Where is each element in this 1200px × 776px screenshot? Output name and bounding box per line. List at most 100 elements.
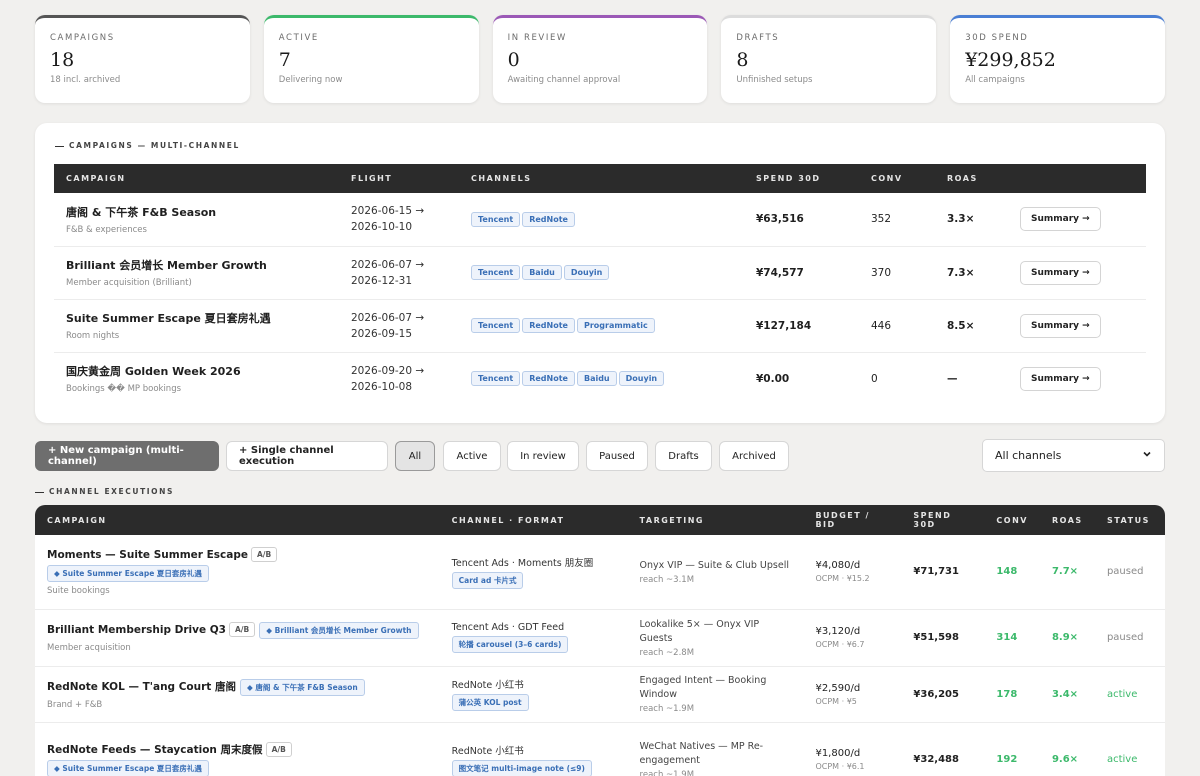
execution-name[interactable]: Brilliant Membership Drive Q3	[47, 624, 226, 636]
col-header[interactable]: ROAS	[1039, 505, 1095, 535]
table-row[interactable]: Suite Summer Escape 夏日套房礼遇 Room nights 202…	[54, 299, 1146, 353]
summary-button[interactable]: Summary →	[1020, 260, 1101, 285]
campaign-link[interactable]: ◆ Suite Summer Escape 夏日套房礼遇	[47, 760, 209, 776]
col-header[interactable]: CAMPAIGN	[54, 164, 339, 193]
cell-channels: Tencent Baidu Douyin	[459, 246, 744, 300]
col-header[interactable]: CONV	[859, 164, 935, 193]
section-title-text: CAMPAIGNS — MULTI-CHANNEL	[69, 141, 240, 150]
bid-value: OCPM · ¥6.1	[815, 762, 865, 771]
targeting-name: Lookalike 5× — Onyx VIP Guests	[639, 618, 760, 644]
cell-campaign: Brilliant 会员增长 Member Growth Member acqui…	[54, 246, 339, 300]
campaign-link[interactable]: ◆ Brilliant 会员增长 Member Growth	[259, 622, 419, 639]
table-row[interactable]: Brilliant 会员增长 Member Growth Member acqui…	[54, 246, 1146, 300]
kpi-in-review: IN REVIEW 0 Awaiting channel approval	[492, 15, 708, 103]
col-header[interactable]: STATUS	[1094, 505, 1165, 535]
cell-campaign: Moments — Suite Summer Escape A/B ◆ Suite …	[35, 535, 440, 610]
filter-active[interactable]: Active	[443, 441, 501, 471]
campaign-name[interactable]: Brilliant 会员增长 Member Growth	[66, 257, 327, 273]
cell-channels: Tencent RedNote	[459, 193, 744, 247]
targeting-name: WeChat Natives — MP Re-engagement	[639, 740, 764, 766]
filter-all[interactable]: All	[395, 441, 435, 471]
cell-roas: 7.7×	[1039, 535, 1095, 610]
table-row[interactable]: Moments — Suite Summer Escape A/B ◆ Suite …	[35, 535, 1165, 610]
channel-select[interactable]: All channels	[982, 439, 1165, 472]
campaign-link[interactable]: ◆ 唐阁 & 下午茶 F&B Season	[239, 678, 365, 696]
cell-action: Summary →	[1008, 352, 1146, 405]
col-header[interactable]: ROAS	[935, 164, 1008, 193]
cell-campaign: Brilliant Membership Drive Q3 A/B ◆ Brilli…	[35, 609, 440, 667]
flight-start: 2026-06-07 →	[351, 311, 425, 324]
campaign-name[interactable]: Suite Summer Escape 夏日套房礼遇	[66, 310, 327, 326]
kpi-label: DRAFTS	[736, 33, 780, 43]
channel-chip: Tencent	[471, 371, 521, 387]
channel-chip: Baidu	[522, 265, 562, 280]
channel-name: Tencent Ads · Moments 朋友圈	[451, 557, 594, 569]
cell-spend: ¥74,577	[744, 246, 859, 300]
col-header[interactable]: SPEND 30D	[901, 505, 985, 535]
channel-chip: Tencent	[471, 318, 521, 333]
cell-channels: Tencent RedNote Baidu Douyin	[459, 352, 744, 405]
cell-campaign: Suite Summer Escape 夏日套房礼遇 Room nights	[54, 299, 339, 353]
cell-conv: 352	[859, 193, 935, 247]
col-header[interactable]: CAMPAIGN	[35, 505, 440, 535]
col-header[interactable]: CHANNELS	[459, 164, 744, 193]
campaign-name[interactable]: 国庆黄金周 Golden Week 2026	[66, 363, 327, 379]
table-row[interactable]: RedNote KOL — T'ang Court 唐阁 ◆ 唐阁 & 下午茶 F…	[35, 666, 1165, 723]
filter-in-review[interactable]: In review	[507, 441, 579, 471]
campaign-name[interactable]: 唐阁 & 下午茶 F&B Season	[66, 204, 327, 220]
status-badge: active	[1094, 666, 1165, 723]
cell-flight: 2026-06-15 → 2026-10-10	[339, 193, 459, 247]
summary-button[interactable]: Summary →	[1020, 313, 1101, 338]
summary-button[interactable]: Summary →	[1020, 366, 1101, 391]
table-row[interactable]: 唐阁 & 下午茶 F&B Season F&B & experiences 2026…	[54, 193, 1146, 247]
kpi-value: 8	[736, 49, 749, 71]
kpi-sub: Delivering now	[278, 75, 343, 85]
section-title: CAMPAIGNS — MULTI-CHANNEL	[55, 141, 240, 150]
kpi-value: ¥299,852	[965, 49, 1056, 71]
execution-name[interactable]: RedNote KOL — T'ang Court 唐阁	[47, 681, 236, 693]
table-header: CAMPAIGN FLIGHT CHANNELS SPEND 30D CONV …	[54, 164, 1146, 193]
single-channel-button[interactable]: + Single channel execution	[226, 441, 388, 471]
budget-value: ¥3,120/d	[815, 626, 861, 637]
execution-name[interactable]: Moments — Suite Summer Escape	[47, 549, 248, 561]
col-header[interactable]: BUDGET / BID	[803, 505, 902, 535]
kpi-active: ACTIVE 7 Delivering now	[263, 15, 479, 103]
table-row[interactable]: RedNote Feeds — Staycation 周末度假 A/B ◆ Suit…	[35, 722, 1165, 776]
bid-value: OCPM · ¥15.2	[815, 574, 870, 584]
col-header[interactable]: CONV	[984, 505, 1040, 535]
kpi-label: CAMPAIGNS	[50, 33, 115, 43]
table-row[interactable]: Brilliant Membership Drive Q3 A/B ◆ Brilli…	[35, 609, 1165, 667]
bid-value: OCPM · ¥5	[815, 696, 857, 706]
cell-targeting: Engaged Intent — Booking Window reach ~1.…	[627, 666, 804, 723]
executions-table: CAMPAIGN CHANNEL · FORMAT TARGETING BUDG…	[35, 505, 1165, 776]
new-campaign-button[interactable]: + New campaign (multi-channel)	[35, 441, 219, 471]
col-header[interactable]: TARGETING	[627, 505, 804, 535]
filter-drafts[interactable]: Drafts	[655, 441, 712, 471]
filter-paused[interactable]: Paused	[586, 441, 648, 471]
col-header[interactable]: CHANNEL · FORMAT	[439, 505, 628, 535]
campaign-link[interactable]: ◆ Suite Summer Escape 夏日套房礼遇	[47, 565, 209, 583]
cell-channels: Tencent RedNote Programmatic	[459, 299, 744, 353]
execution-sub: Brand + F&B	[47, 699, 103, 710]
channel-name: RedNote 小红书	[451, 680, 524, 691]
channel-name: Tencent Ads · GDT Feed	[451, 622, 565, 633]
kpi-spend: 30D SPEND ¥299,852 All campaigns	[950, 15, 1165, 103]
execution-name[interactable]: RedNote Feeds — Staycation 周末度假	[47, 744, 263, 756]
ab-badge: A/B	[265, 742, 292, 757]
reach-text: reach ~1.9M	[639, 704, 695, 714]
kpi-sub: All campaigns	[965, 75, 1025, 85]
cell-conv: 370	[859, 246, 935, 300]
filter-archived[interactable]: Archived	[719, 441, 789, 471]
col-header[interactable]: FLIGHT	[339, 164, 459, 193]
ab-badge: A/B	[250, 547, 278, 563]
summary-button[interactable]: Summary →	[1020, 207, 1101, 232]
cell-conv: 0	[871, 372, 878, 385]
targeting-name: Onyx VIP — Suite & Club Upsell	[639, 559, 789, 571]
flight-start: 2026-06-15 →	[351, 205, 425, 218]
channel-chip: Douyin	[618, 371, 665, 387]
col-header[interactable]: SPEND 30D	[744, 164, 859, 193]
flight-end: 2026-10-10	[351, 221, 413, 234]
budget-value: ¥1,800/d	[815, 748, 861, 759]
cell-flight: 2026-09-20 → 2026-10-08	[339, 352, 459, 405]
table-row[interactable]: 国庆黄金周 Golden Week 2026 Bookings �� MP boo…	[54, 352, 1146, 405]
